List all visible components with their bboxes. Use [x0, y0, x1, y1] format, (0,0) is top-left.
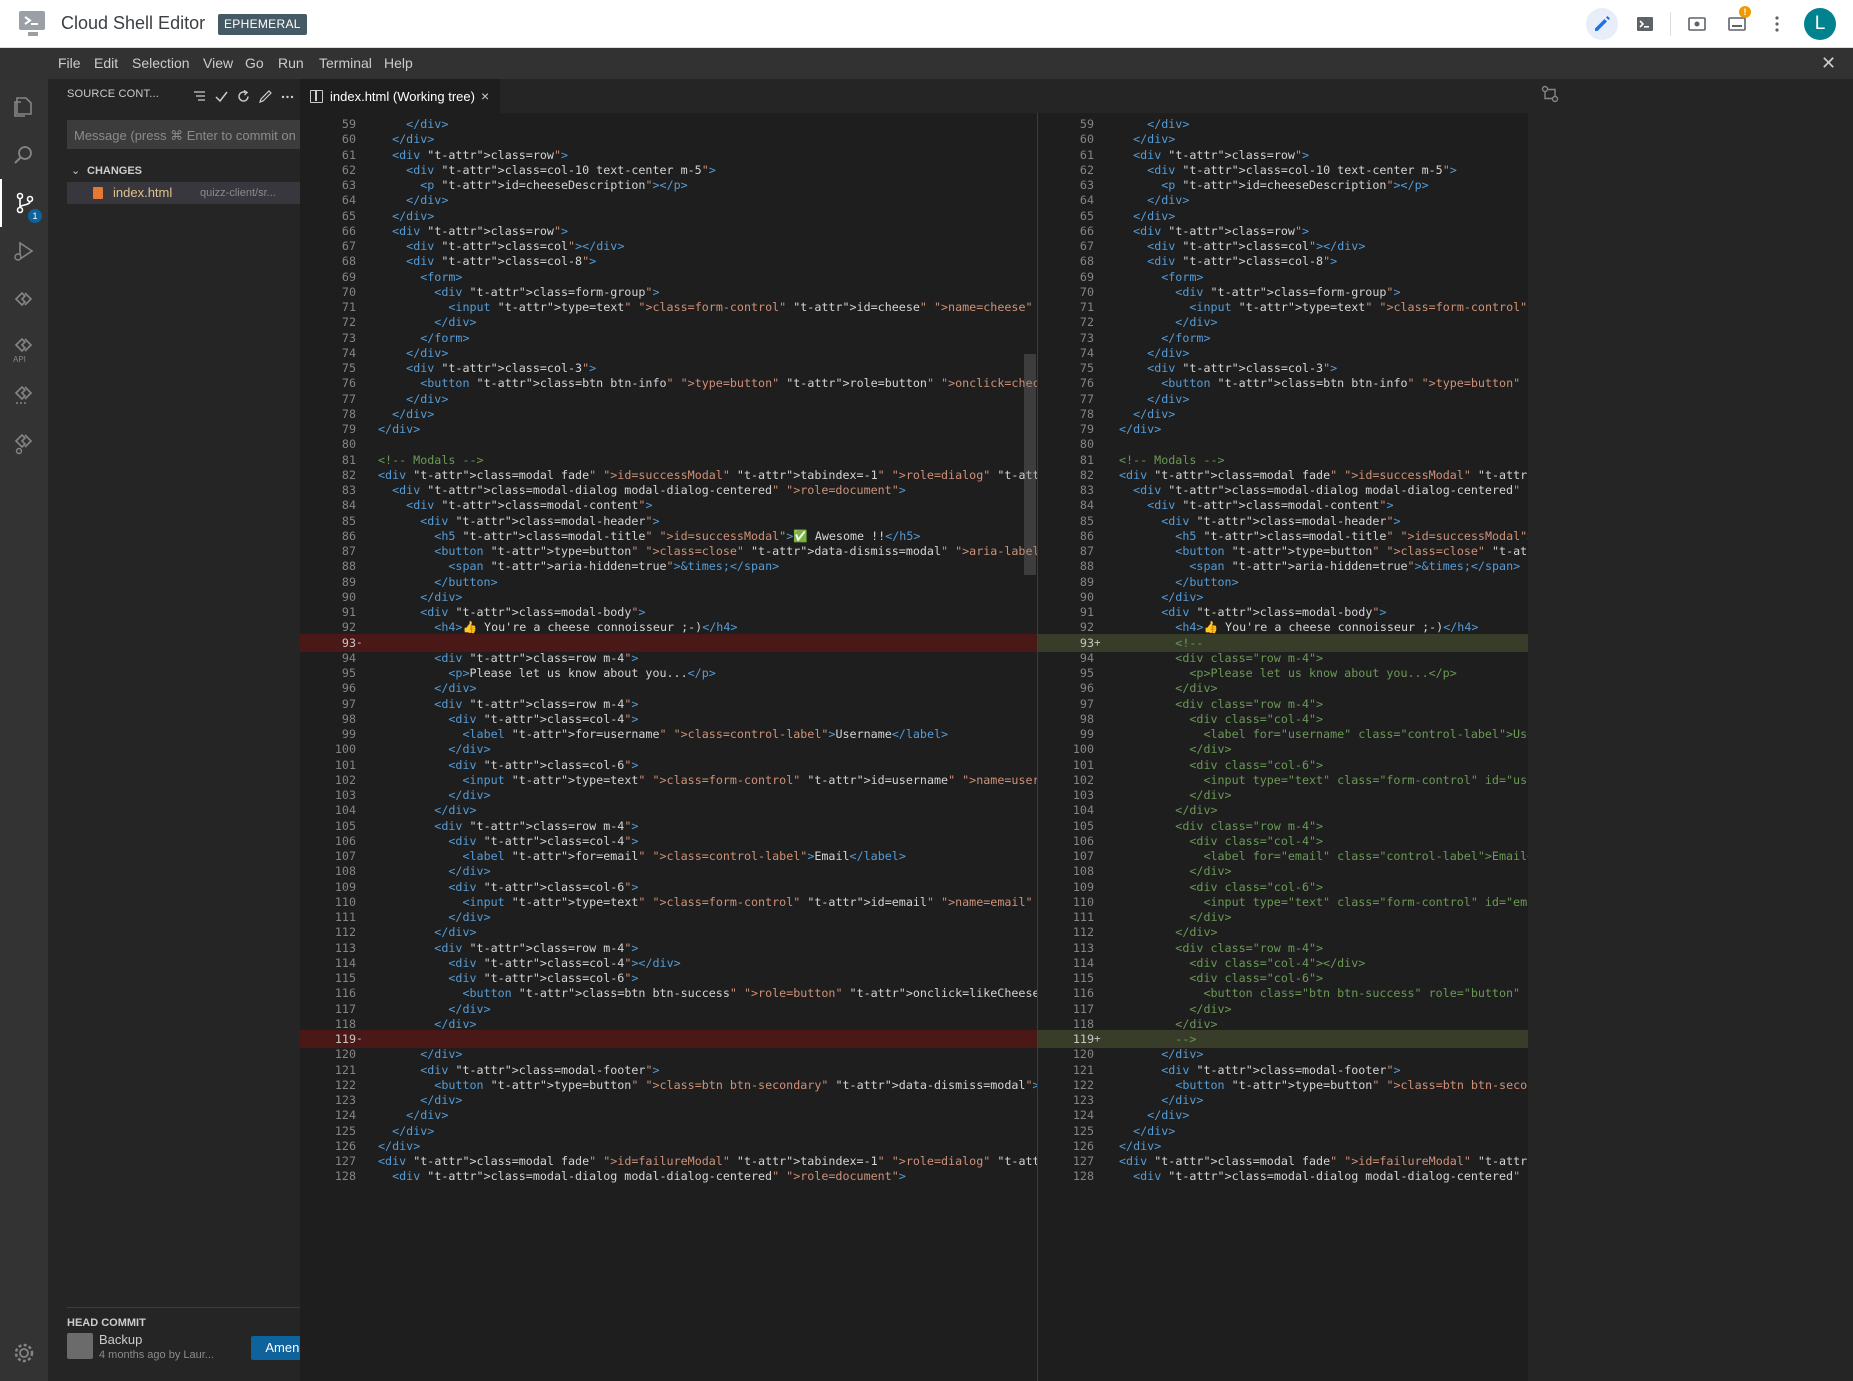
- menu-terminal[interactable]: Terminal: [319, 55, 372, 71]
- menu-edit[interactable]: Edit: [94, 55, 118, 71]
- secondary-side-bar: [1528, 79, 1853, 1381]
- api-label: API: [13, 355, 26, 364]
- changed-file-name: index.html: [113, 185, 173, 200]
- edit-button[interactable]: [256, 87, 274, 105]
- web-preview-button[interactable]: [1681, 8, 1713, 40]
- original-pane[interactable]: 59 </div> 60 </div> 61 <div "t-attr">class…: [300, 113, 1037, 1381]
- pencil-icon: [1595, 16, 1610, 31]
- editor-tab[interactable]: index.html (Working tree) ×: [300, 79, 500, 113]
- scm-count-badge: 1: [28, 209, 42, 223]
- toolbar-separator: [1670, 12, 1671, 36]
- line-number: 128: [334, 1169, 356, 1184]
- commit-author-avatar: [67, 1333, 93, 1359]
- web-preview-icon: [1688, 17, 1706, 31]
- chevron-down-icon: ⌄: [71, 165, 81, 177]
- cloud-shell-logo-icon: [19, 11, 45, 36]
- search-icon: [14, 146, 32, 164]
- panel-title: SOURCE CONT...: [67, 88, 160, 100]
- explorer-button[interactable]: [0, 83, 48, 131]
- notification-badge: !: [1739, 6, 1751, 18]
- git-compare-icon[interactable]: [1539, 83, 1561, 105]
- secret-manager-icon: [14, 385, 33, 404]
- open-terminal-button[interactable]: [1629, 8, 1661, 40]
- code-text: <div "t-attr">class=modal-dialog modal-d…: [392, 1169, 906, 1184]
- refresh-icon: [237, 89, 249, 102]
- close-editor-icon[interactable]: ✕: [1821, 53, 1836, 74]
- line-number: 128: [1072, 1169, 1094, 1184]
- refresh-button[interactable]: [234, 87, 252, 105]
- split-view-icon: [310, 90, 323, 103]
- original-scrollbar[interactable]: [1024, 354, 1036, 575]
- more-horizontal-icon: [281, 95, 293, 98]
- changes-label: CHANGES: [87, 165, 143, 177]
- secret-manager-button[interactable]: [0, 371, 48, 419]
- cloud-apis-button[interactable]: API: [0, 323, 48, 371]
- notifications-button[interactable]: !: [1721, 6, 1753, 40]
- more-vert-icon: [1775, 16, 1779, 32]
- cloud-code-button[interactable]: [0, 275, 48, 323]
- pencil-icon: [258, 89, 272, 103]
- source-control-button[interactable]: 1: [0, 179, 48, 227]
- account-avatar[interactable]: L: [1804, 8, 1836, 40]
- code-line[interactable]: 128 <div "t-attr">class=modal-dialog mod…: [300, 1167, 1037, 1185]
- run-debug-icon: [14, 241, 34, 261]
- check-icon: [214, 91, 228, 102]
- ephemeral-badge: EPHEMERAL: [218, 14, 307, 35]
- cloud-run-button[interactable]: [0, 419, 48, 467]
- menu-view[interactable]: View: [203, 55, 233, 71]
- cloud-shell-header: Cloud Shell Editor EPHEMERAL ! L: [0, 0, 1853, 48]
- list-tree-icon: [193, 90, 205, 101]
- gear-icon: [14, 1343, 34, 1363]
- source-control-panel: SOURCE CONT... Message (press ⌘ Enter to…: [48, 79, 344, 1381]
- html-file-icon: [93, 187, 103, 199]
- manage-button[interactable]: [0, 1329, 48, 1377]
- more-actions-button[interactable]: [278, 87, 296, 105]
- activity-bar: 1 API: [0, 79, 48, 1381]
- cloud-run-icon: [14, 433, 33, 455]
- menu-selection[interactable]: Selection: [132, 55, 190, 71]
- menu-file[interactable]: File: [58, 55, 81, 71]
- changed-file-path: quizz-client/sr...: [200, 187, 276, 199]
- more-options-button[interactable]: [1761, 8, 1793, 40]
- head-commit-label: HEAD COMMIT: [67, 1317, 146, 1329]
- cloud-code-icon: [14, 291, 33, 307]
- search-button[interactable]: [0, 131, 48, 179]
- app-title: Cloud Shell Editor: [61, 13, 206, 33]
- close-tab-icon[interactable]: ×: [481, 88, 489, 104]
- head-commit-meta: 4 months ago by Laur...: [99, 1349, 214, 1361]
- menu-go[interactable]: Go: [245, 55, 264, 71]
- open-editor-button[interactable]: [1586, 8, 1618, 40]
- view-as-tree-button[interactable]: [190, 87, 208, 105]
- head-commit-message: Backup: [99, 1332, 143, 1347]
- menu-run[interactable]: Run: [278, 55, 304, 71]
- menu-help[interactable]: Help: [384, 55, 413, 71]
- tab-title: index.html (Working tree): [330, 89, 475, 104]
- menu-bar: File Edit Selection View Go Run Terminal…: [0, 48, 1853, 79]
- commit-button[interactable]: [212, 87, 230, 105]
- explorer-icon: [14, 97, 32, 117]
- terminal-icon: [1637, 17, 1653, 31]
- run-debug-button[interactable]: [0, 227, 48, 275]
